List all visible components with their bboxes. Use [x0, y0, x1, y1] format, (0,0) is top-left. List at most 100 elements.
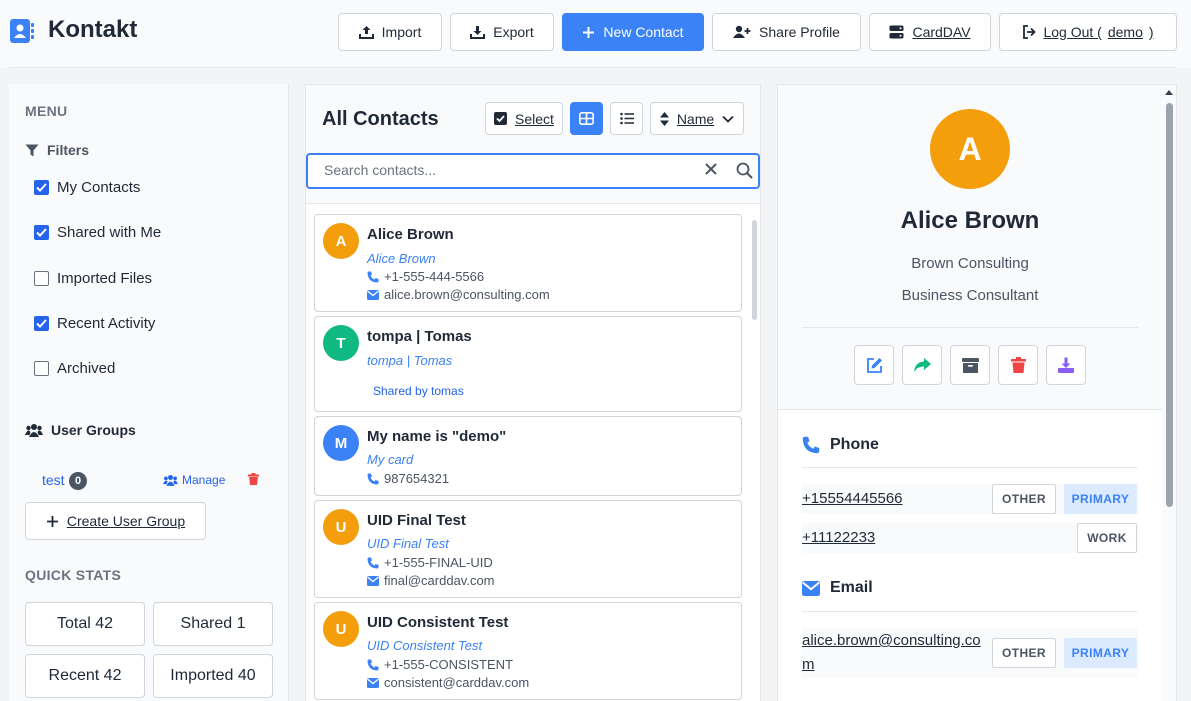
download-icon — [1058, 357, 1074, 373]
contact-detail-panel: A Alice Brown Brown Consulting Business … — [777, 84, 1177, 701]
phone-icon — [802, 436, 820, 454]
detail-job-title: Business Consultant — [901, 287, 1039, 304]
scroll-up-icon[interactable] — [1165, 90, 1173, 95]
contact-card[interactable]: A Alice Brown Alice Brown +1-555-444-556… — [314, 214, 742, 312]
detail-company: Brown Consulting — [911, 255, 1029, 272]
stat-shared[interactable]: Shared 1 — [153, 602, 273, 646]
contact-phone: +1-555-444-5566 — [367, 269, 484, 284]
carddav-button[interactable]: CardDAV — [869, 13, 991, 51]
chevron-down-icon — [722, 115, 734, 123]
filter-label: Archived — [57, 360, 116, 377]
list-scrollbar[interactable] — [750, 214, 758, 701]
sort-dropdown[interactable]: Name — [650, 102, 744, 135]
email-link-wrap[interactable]: m — [802, 653, 815, 677]
email-section-title: Email — [802, 579, 873, 597]
create-user-group-button[interactable]: Create User Group — [25, 502, 206, 540]
shared-by-label: Shared by tomas — [373, 384, 464, 398]
logout-user: demo — [1107, 24, 1143, 40]
scrollbar-thumb[interactable] — [752, 220, 757, 320]
share-button[interactable] — [902, 345, 942, 385]
phone-value: +1-555-FINAL-UID — [384, 555, 493, 570]
new-contact-button[interactable]: New Contact — [562, 13, 704, 51]
search-input[interactable] — [324, 162, 684, 178]
import-button[interactable]: Import — [338, 13, 442, 51]
email-value: consistent@carddav.com — [384, 675, 530, 690]
email-type-badge: OTHER — [992, 638, 1056, 668]
export-button[interactable]: Export — [450, 13, 554, 51]
sidebar: MENU Filters My Contacts Shared with Me … — [9, 84, 289, 701]
logout-button[interactable]: Log Out ( demo ) — [999, 13, 1177, 51]
phone-section-title: Phone — [802, 436, 879, 454]
contact-phone: +1-555-FINAL-UID — [367, 555, 493, 570]
envelope-icon — [802, 580, 820, 596]
filter-label: Imported Files — [57, 270, 153, 287]
grid-view-button[interactable] — [570, 102, 603, 135]
checkbox-unchecked[interactable] — [34, 271, 49, 286]
contact-card[interactable]: M My name is "demo" My card 987654321 — [314, 416, 742, 496]
contact-list: A Alice Brown Alice Brown +1-555-444-556… — [306, 203, 760, 701]
group-name[interactable]: test — [42, 472, 65, 488]
user-plus-icon — [733, 25, 751, 38]
checkbox-checked[interactable] — [34, 180, 49, 195]
search-icon[interactable] — [736, 162, 753, 179]
plus-icon — [583, 26, 595, 38]
contact-name: UID Consistent Test — [367, 614, 509, 631]
user-groups-label: User Groups — [51, 422, 136, 438]
contact-card[interactable]: U UID Final Test UID Final Test +1-555-F… — [314, 500, 742, 598]
filter-recent-activity[interactable]: Recent Activity — [34, 315, 155, 332]
filters-label: Filters — [47, 142, 90, 158]
phone-link[interactable]: +15554445566 — [802, 487, 903, 511]
avatar: U — [323, 611, 359, 647]
checkbox-unchecked[interactable] — [34, 361, 49, 376]
phone-link[interactable]: +11122233 — [802, 526, 875, 550]
filter-archived[interactable]: Archived — [34, 360, 115, 377]
close-icon[interactable] — [705, 163, 717, 175]
phone-icon — [367, 473, 379, 484]
detail-avatar: A — [930, 109, 1010, 189]
checkbox-checked[interactable] — [34, 316, 49, 331]
detail-scrollbar[interactable] — [1162, 85, 1176, 701]
email-value: alice.brown@consulting.com — [384, 287, 550, 302]
phone-icon — [367, 659, 379, 670]
edit-button[interactable] — [854, 345, 894, 385]
manage-group-button[interactable]: Manage — [163, 473, 225, 487]
detail-fields: Phone +15554445566 OTHER PRIMARY +111222… — [778, 409, 1162, 701]
archive-button[interactable] — [950, 345, 990, 385]
select-button[interactable]: Select — [485, 102, 563, 135]
stat-imported[interactable]: Imported 40 — [153, 654, 273, 698]
manage-label: Manage — [182, 473, 226, 487]
contact-name: Alice Brown — [367, 226, 454, 243]
sign-out-icon — [1023, 25, 1037, 39]
filter-imported-files[interactable]: Imported Files — [34, 270, 152, 287]
download-vcard-button[interactable] — [1046, 345, 1086, 385]
stat-total[interactable]: Total 42 — [25, 602, 145, 646]
filter-icon — [25, 144, 39, 156]
contact-card[interactable]: U UID Consistent Test UID Consistent Tes… — [314, 602, 742, 700]
email-title-label: Email — [830, 579, 873, 596]
delete-button[interactable] — [998, 345, 1038, 385]
share-profile-button[interactable]: Share Profile — [712, 13, 861, 51]
contact-nickname: Alice Brown — [367, 251, 436, 266]
contact-card[interactable]: T tompa | Tomas tompa | Tomas Shared by … — [314, 316, 742, 412]
list-view-button[interactable] — [610, 102, 643, 135]
filter-shared-with-me[interactable]: Shared with Me — [34, 224, 161, 241]
scrollbar-thumb[interactable] — [1166, 103, 1173, 507]
check-icon — [36, 228, 47, 237]
stat-recent[interactable]: Recent 42 — [25, 654, 145, 698]
checkbox-checked[interactable] — [34, 225, 49, 240]
new-contact-label: New Contact — [603, 24, 684, 40]
email-link[interactable]: alice.brown@consulting.co — [802, 629, 981, 653]
plus-icon — [46, 515, 58, 527]
avatar: A — [323, 223, 359, 259]
phone-type-badge: OTHER — [992, 484, 1056, 514]
contact-name: tompa | Tomas — [367, 328, 472, 345]
sort-icon — [659, 111, 669, 126]
filter-label: My Contacts — [57, 179, 141, 196]
import-label: Import — [381, 24, 422, 40]
check-icon — [36, 183, 47, 192]
filter-my-contacts[interactable]: My Contacts — [34, 179, 140, 196]
trash-icon[interactable] — [248, 473, 259, 485]
search-box — [306, 153, 760, 189]
contact-phone: 987654321 — [367, 471, 449, 486]
phone-value: 987654321 — [384, 471, 450, 486]
